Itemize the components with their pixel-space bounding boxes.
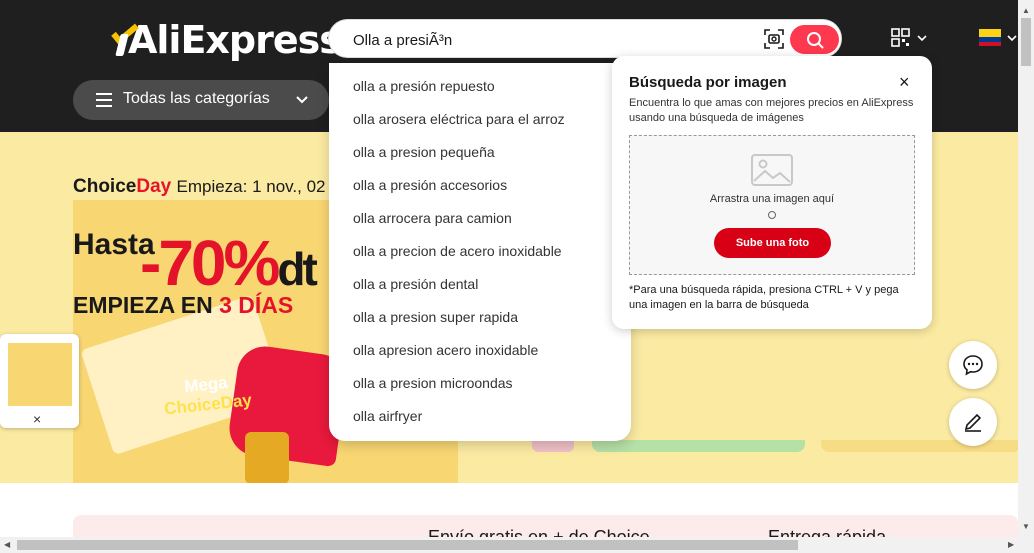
vertical-scrollbar[interactable]: ▲ ▼ [1018, 0, 1034, 537]
qr-code-icon[interactable] [891, 28, 931, 50]
choice-brand-text: Choice [73, 176, 137, 197]
edit-icon [964, 413, 982, 432]
choice-day-title: ChoiceDay Empieza: 1 nov., 02 [73, 176, 326, 198]
countdown-days: 3 DÍAS [219, 292, 294, 318]
floating-promo-thumbnail[interactable] [8, 343, 72, 406]
image-search-panel: Búsqueda por imagen × Encuentra lo que a… [612, 56, 932, 329]
drag-image-text: Arrastra una imagen aquí [709, 193, 835, 205]
horizontal-scroll-thumb[interactable] [17, 540, 798, 550]
image-search-hint: *Para una búsqueda rápida, presiona CTRL… [629, 284, 899, 311]
discount-value: -70% [140, 227, 280, 299]
discount-text: -70%dt [140, 226, 318, 300]
search-button[interactable] [790, 25, 839, 54]
colombia-flag-icon[interactable] [979, 29, 1001, 46]
suggestion-item[interactable]: olla airfryer [329, 403, 631, 436]
aliexpress-logo[interactable]: AliExpress [111, 18, 342, 62]
suggestion-item[interactable]: olla a presion microondas [329, 370, 631, 403]
search-bar [329, 20, 841, 57]
discount-suffix: dt [277, 243, 317, 295]
choice-date-text: Empieza: 1 nov., 02 [176, 177, 326, 196]
suggestion-item[interactable]: olla a precion de acero inoxidable [329, 238, 631, 271]
suggestion-item[interactable]: olla apresion acero inoxidable [329, 337, 631, 370]
suggestion-item[interactable]: olla a presión accesorios [329, 172, 631, 205]
tile-yellow[interactable] [821, 440, 1021, 452]
scroll-right-icon[interactable]: ▶ [1008, 540, 1014, 549]
search-icon [807, 32, 824, 49]
loading-dot [768, 211, 776, 219]
scroll-up-icon[interactable]: ▲ [1022, 6, 1030, 15]
search-suggestions: olla a presión repuesto olla arosera elé… [329, 63, 631, 441]
upload-photo-button[interactable]: Sube una foto [714, 228, 831, 258]
close-icon[interactable]: × [899, 72, 910, 93]
all-categories-button[interactable]: Todas las categorías [73, 80, 329, 120]
chevron-down-icon[interactable] [1006, 29, 1018, 47]
vertical-scroll-thumb[interactable] [1021, 18, 1031, 66]
suggestion-item[interactable]: olla a presion pequeña [329, 139, 631, 172]
countdown-text: EMPIEZA EN 3 DÍAS [73, 292, 293, 319]
logo-text: AliExpress [128, 18, 342, 62]
search-input[interactable] [353, 30, 753, 50]
chat-icon [963, 355, 983, 376]
suggestion-item[interactable]: olla arrocera para camion [329, 205, 631, 238]
horizontal-scrollbar[interactable]: ◀ ▶ [0, 537, 1034, 553]
chevron-down-icon [296, 96, 308, 104]
image-search-description: Encuentra lo que amas con mejores precio… [629, 97, 914, 124]
scroll-down-icon[interactable]: ▼ [1022, 522, 1030, 531]
image-dropzone[interactable]: Arrastra una imagen aquí Sube una foto [629, 135, 915, 275]
image-search-title: Búsqueda por imagen [629, 74, 787, 91]
suggestion-item[interactable]: olla a presión repuesto [329, 73, 631, 106]
all-categories-label: Todas las categorías [123, 90, 270, 107]
logo-mark-icon [111, 19, 139, 58]
suggestion-item[interactable]: olla arosera eléctrica para el arroz [329, 106, 631, 139]
floating-promo-box[interactable]: × [0, 334, 79, 428]
page: AliExpress Olla a presiÃ³n Todas las cat… [0, 0, 1034, 553]
choice-day-text: Day [136, 176, 172, 197]
countdown-prefix: EMPIEZA EN [73, 292, 213, 318]
suggestion-item[interactable]: olla a presión dental [329, 271, 631, 304]
menu-icon [96, 93, 112, 107]
close-icon[interactable]: × [33, 411, 41, 427]
image-search-icon[interactable] [763, 28, 785, 50]
suggestion-item[interactable]: olla a presion super rapida [329, 304, 631, 337]
image-placeholder-icon [751, 154, 793, 186]
scroll-left-icon[interactable]: ◀ [4, 540, 10, 549]
tile-pink[interactable] [532, 440, 574, 452]
tile-green[interactable] [592, 440, 805, 452]
edit-button[interactable] [949, 398, 997, 446]
chat-button[interactable] [949, 341, 997, 389]
